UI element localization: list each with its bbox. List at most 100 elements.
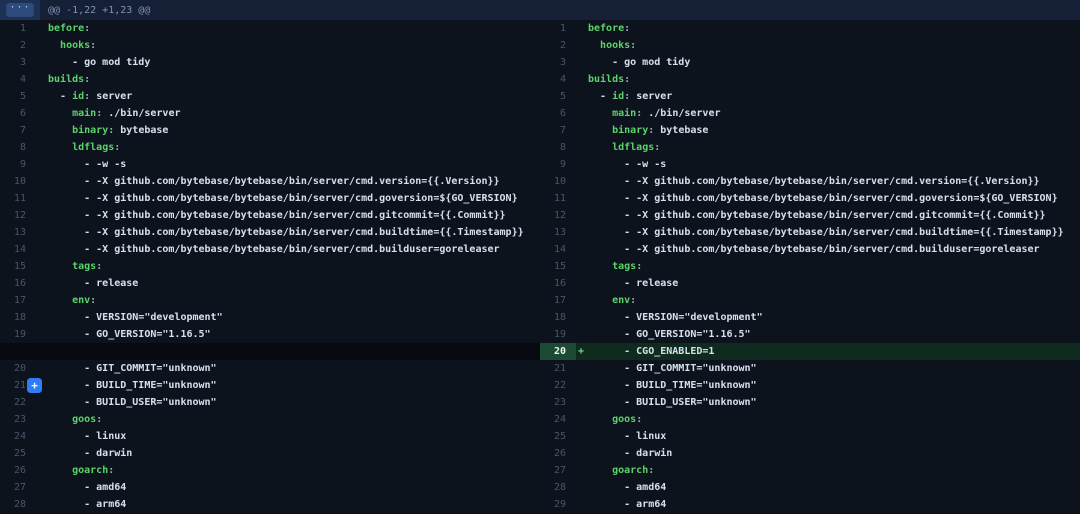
line-number[interactable]: 7 (0, 122, 36, 139)
line-number[interactable]: 29 (540, 496, 576, 513)
diff-row: 13 - -X github.com/bytebase/bytebase/bin… (0, 224, 540, 241)
line-number[interactable]: 4 (0, 71, 36, 88)
line-number[interactable]: 4 (540, 71, 576, 88)
line-number[interactable]: 18 (540, 309, 576, 326)
code-line: - linux (588, 428, 666, 445)
line-number[interactable]: 6 (0, 105, 36, 122)
code-line: goarch: (588, 462, 654, 479)
code-line: - darwin (588, 445, 672, 462)
line-number[interactable]: 20 (0, 360, 36, 377)
expand-hunk-button[interactable]: ··· (6, 3, 34, 17)
line-number[interactable]: 10 (540, 173, 576, 190)
line-number[interactable]: 19 (0, 326, 36, 343)
line-number[interactable]: 8 (540, 139, 576, 156)
line-number[interactable]: 1 (540, 20, 576, 37)
diff-row: 19 - GO_VERSION="1.16.5" (540, 326, 1080, 343)
diff-row: 5 - id: server (0, 88, 540, 105)
code-line: - -X github.com/bytebase/bytebase/bin/se… (48, 241, 500, 258)
diff-row: 9 - -w -s (540, 156, 1080, 173)
code-line: hooks: (588, 37, 636, 54)
code-line: tags: (48, 258, 102, 275)
line-number[interactable]: 26 (540, 445, 576, 462)
line-number[interactable]: 21 (540, 360, 576, 377)
diff-row: 16 - release (0, 275, 540, 292)
line-number[interactable]: 11 (540, 190, 576, 207)
line-number[interactable]: 15 (540, 258, 576, 275)
line-number[interactable]: 13 (540, 224, 576, 241)
line-number[interactable]: 9 (540, 156, 576, 173)
line-number[interactable]: 27 (540, 462, 576, 479)
line-number[interactable]: 14 (540, 241, 576, 258)
line-number[interactable]: 9 (0, 156, 36, 173)
code-line: builds: (48, 71, 90, 88)
line-number[interactable]: 27 (0, 479, 36, 496)
line-number[interactable]: 23 (0, 411, 36, 428)
line-number[interactable]: 13 (0, 224, 36, 241)
line-number[interactable]: 11 (0, 190, 36, 207)
code-line: - id: server (588, 88, 672, 105)
diff-row: 23 - BUILD_USER="unknown" (540, 394, 1080, 411)
line-number[interactable]: 22 (540, 377, 576, 394)
line-number[interactable]: 12 (540, 207, 576, 224)
diff-row: 8 ldflags: (0, 139, 540, 156)
diff-row: 14 - -X github.com/bytebase/bytebase/bin… (540, 241, 1080, 258)
code-line: env: (48, 292, 96, 309)
line-number[interactable]: 2 (540, 37, 576, 54)
code-line: - -X github.com/bytebase/bytebase/bin/se… (588, 173, 1040, 190)
diff-row: 21+ - BUILD_TIME="unknown" (0, 377, 540, 394)
diff-row: 1 before: (540, 20, 1080, 37)
code-line: - -X github.com/bytebase/bytebase/bin/se… (48, 190, 518, 207)
line-number[interactable]: 18 (0, 309, 36, 326)
line-number[interactable]: 22 (0, 394, 36, 411)
line-number[interactable]: 17 (0, 292, 36, 309)
diff-row: 15 tags: (0, 258, 540, 275)
line-number[interactable]: 8 (0, 139, 36, 156)
add-comment-button[interactable]: + (27, 378, 42, 393)
diff-pane-new: 1before:2 hooks:3 - go mod tidy4builds:5… (540, 20, 1080, 513)
line-number[interactable]: 12 (0, 207, 36, 224)
line-number[interactable]: 10 (0, 173, 36, 190)
code-line: - -X github.com/bytebase/bytebase/bin/se… (588, 190, 1058, 207)
hunk-label: @@ -1,22 +1,23 @@ (48, 5, 150, 16)
filler-row (0, 343, 540, 360)
code-line: - linux (48, 428, 126, 445)
line-number[interactable]: 1 (0, 20, 36, 37)
line-number[interactable]: 3 (540, 54, 576, 71)
line-number[interactable]: 24 (0, 428, 36, 445)
line-number[interactable]: 25 (540, 428, 576, 445)
line-number[interactable]: 24 (540, 411, 576, 428)
line-number[interactable]: 5 (540, 88, 576, 105)
code-line: before: (588, 20, 630, 37)
line-number[interactable]: 19 (540, 326, 576, 343)
line-number[interactable]: 15 (0, 258, 36, 275)
line-number[interactable]: 16 (0, 275, 36, 292)
line-number[interactable]: 2 (0, 37, 36, 54)
code-line: main: ./bin/server (588, 105, 721, 122)
line-number[interactable]: 28 (540, 479, 576, 496)
code-line: - BUILD_TIME="unknown" (588, 377, 757, 394)
line-number[interactable]: 16 (540, 275, 576, 292)
diff-row: 2 hooks: (540, 37, 1080, 54)
line-number[interactable]: 3 (0, 54, 36, 71)
line-number[interactable]: 17 (540, 292, 576, 309)
line-number[interactable]: 28 (0, 496, 36, 513)
diff-row: 22 - BUILD_USER="unknown" (0, 394, 540, 411)
diff-row: 5 - id: server (540, 88, 1080, 105)
line-number[interactable]: 5 (0, 88, 36, 105)
diff-row: 13 - -X github.com/bytebase/bytebase/bin… (540, 224, 1080, 241)
line-number[interactable]: 7 (540, 122, 576, 139)
code-line: - -X github.com/bytebase/bytebase/bin/se… (48, 207, 506, 224)
diff-row: 25 - darwin (0, 445, 540, 462)
code-line: env: (588, 292, 636, 309)
code-line: - go mod tidy (588, 54, 690, 71)
line-number[interactable]: 26 (0, 462, 36, 479)
code-line: ldflags: (48, 139, 120, 156)
line-number[interactable]: 23 (540, 394, 576, 411)
code-line: - GIT_COMMIT="unknown" (48, 360, 217, 377)
diff-row: 12 - -X github.com/bytebase/bytebase/bin… (540, 207, 1080, 224)
code-line: main: ./bin/server (48, 105, 181, 122)
line-number[interactable]: 20 (540, 343, 576, 360)
line-number[interactable]: 6 (540, 105, 576, 122)
line-number[interactable]: 25 (0, 445, 36, 462)
line-number[interactable]: 14 (0, 241, 36, 258)
